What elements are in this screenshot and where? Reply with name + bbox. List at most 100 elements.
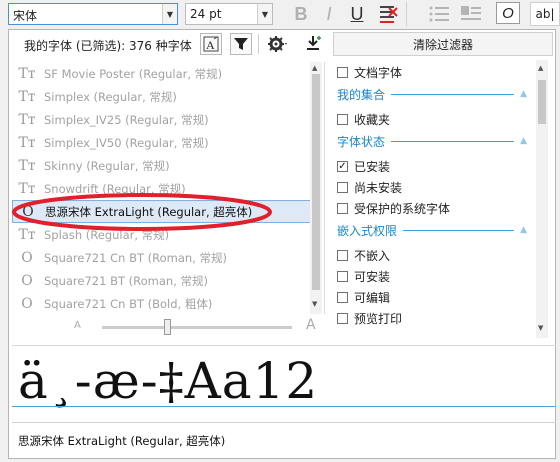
- collapse-arrow-icon[interactable]: ▲: [520, 225, 527, 235]
- underline-button[interactable]: U: [346, 2, 368, 26]
- font-name-label: Square721 BT (Roman, 常规): [44, 273, 208, 288]
- filter-checkbox-row[interactable]: 可编辑: [337, 287, 390, 307]
- filter-checkbox-label: 可编辑: [354, 290, 391, 305]
- filter-checkbox-row[interactable]: 受保护的系统字体: [337, 198, 450, 218]
- scroll-up-arrow-icon[interactable]: ▲: [312, 64, 317, 72]
- checkbox[interactable]: [337, 181, 348, 193]
- checkbox[interactable]: [337, 270, 348, 282]
- filter-checkbox-label: 收藏夹: [354, 112, 391, 127]
- font-list-item[interactable]: Tт Simplex (Regular, 常规): [12, 85, 312, 108]
- font-list-item[interactable]: O Square721 Cn BT (Roman, 常规): [12, 246, 312, 269]
- collapse-arrow-icon[interactable]: ▲: [520, 136, 527, 146]
- font-name-label: Simplex (Regular, 常规): [44, 89, 177, 104]
- filter-checkbox-label: 已安装: [354, 159, 391, 174]
- filter-section-header[interactable]: 嵌入式权限 ▲: [337, 221, 527, 239]
- font-list-item[interactable]: O Square721 Cn BT (Bold, 粗体): [12, 292, 312, 314]
- font-size-combobox[interactable]: 24 pt ▼: [185, 3, 273, 25]
- caption-divider: [12, 422, 556, 423]
- filter-section-label: 字体状态: [337, 134, 386, 149]
- size-slider-thumb[interactable]: [164, 319, 171, 335]
- filter-checkbox-row[interactable]: 不嵌入: [337, 245, 390, 265]
- font-list-item[interactable]: Tт SF Movie Poster (Regular, 常规): [12, 62, 312, 85]
- chevron-down-icon[interactable]: ▼: [162, 4, 177, 24]
- section-rule: [391, 140, 515, 142]
- truetype-icon: Tт: [18, 111, 36, 128]
- large-sample-icon: A: [306, 317, 316, 333]
- checkbox-checked[interactable]: ✓: [337, 160, 348, 172]
- filter-checkbox-row[interactable]: 可安装: [337, 266, 390, 286]
- preview-divider: [12, 345, 556, 346]
- filter-checkbox-row[interactable]: 预览打印: [337, 308, 402, 328]
- font-name-label: Simplex_IV50 (Regular, 常规): [44, 135, 209, 150]
- chevron-down-icon[interactable]: ▼: [257, 4, 272, 24]
- font-list-item[interactable]: Tт Skinny (Regular, 常规): [12, 154, 312, 177]
- font-preview-sample: ä¸-æ-‡Aa12: [18, 352, 319, 410]
- filter-checkbox-row[interactable]: 文档字体: [337, 62, 402, 82]
- download-icon: [307, 36, 321, 50]
- settings-button[interactable]: [266, 33, 288, 55]
- font-name-label: Simplex_IV25 (Regular, 常规): [44, 112, 209, 127]
- selected-font-caption: 思源宋体 ExtraLight (Regular, 超亮体): [18, 434, 226, 448]
- scrollbar-thumb[interactable]: [538, 80, 546, 124]
- italic-button[interactable]: I: [318, 2, 340, 26]
- collapse-arrow-icon[interactable]: ▲: [520, 89, 527, 99]
- filter-checkbox-row[interactable]: 尚未安装: [337, 177, 402, 197]
- font-size-value[interactable]: 24 pt: [190, 7, 221, 21]
- checkbox[interactable]: [337, 312, 348, 324]
- font-name-label: Skinny (Regular, 常规): [44, 158, 170, 173]
- filter-checkbox-label: 尚未安装: [354, 180, 403, 195]
- font-list-scrollbar[interactable]: ▲ ▼: [310, 62, 322, 314]
- filter-checkbox-label: 预览打印: [354, 311, 403, 326]
- font-name-label: SF Movie Poster (Regular, 常规): [44, 66, 223, 81]
- baseline-rule: [12, 406, 556, 407]
- font-sample-button[interactable]: A: [200, 33, 222, 55]
- filter-funnel-icon: [234, 38, 248, 50]
- filter-checkbox-label: 不嵌入: [354, 248, 391, 263]
- scroll-down-arrow-icon[interactable]: ▼: [312, 300, 317, 308]
- numbered-list-button[interactable]: [458, 2, 484, 26]
- scroll-down-arrow-icon[interactable]: ▼: [538, 324, 543, 332]
- checkbox[interactable]: [337, 66, 348, 78]
- scrollbar-thumb[interactable]: [312, 74, 320, 290]
- opentype-icon: O: [21, 272, 33, 289]
- font-sample-icon: A: [203, 36, 219, 52]
- truetype-icon: Tт: [18, 157, 36, 174]
- font-list-item[interactable]: Tт Simplex_IV25 (Regular, 常规): [12, 108, 312, 131]
- scroll-up-arrow-icon[interactable]: ▲: [538, 64, 543, 72]
- font-name-combobox[interactable]: 宋体 ▼: [8, 3, 178, 25]
- download-fonts-button[interactable]: [302, 33, 324, 55]
- font-list[interactable]: Tт SF Movie Poster (Regular, 常规) Tт Simplex…: [12, 62, 325, 314]
- size-slider-track[interactable]: [102, 326, 292, 329]
- gear-icon: [268, 36, 287, 52]
- font-list-item[interactable]: Tт Simplex_IV50 (Regular, 常规): [12, 131, 312, 154]
- font-name-label: Square721 Cn BT (Bold, 粗体): [44, 296, 213, 311]
- clear-filters-button[interactable]: 清除过滤器: [333, 32, 553, 56]
- bold-button[interactable]: B: [290, 2, 312, 26]
- filter-checkbox-row[interactable]: 收藏夹: [337, 109, 390, 129]
- checkbox[interactable]: [337, 249, 348, 261]
- checkbox[interactable]: [337, 291, 348, 303]
- bullet-list-button[interactable]: [426, 2, 452, 26]
- svg-text:A: A: [206, 38, 215, 52]
- text-tab-ab[interactable]: ab|: [530, 2, 560, 26]
- opentype-icon: O: [21, 295, 33, 312]
- bullet-list-icon: [429, 6, 449, 22]
- filter-section-label: 嵌入式权限: [337, 223, 398, 238]
- font-list-item[interactable]: O Square721 BT (Roman, 常规): [12, 269, 312, 292]
- italic-style-button[interactable]: O: [496, 2, 520, 24]
- dropcap-icon: [461, 6, 481, 20]
- section-rule: [403, 229, 515, 231]
- filter-section-header[interactable]: 字体状态 ▲: [337, 132, 527, 150]
- font-name-value[interactable]: 宋体: [13, 7, 37, 24]
- text-strikeout-button[interactable]: [374, 2, 402, 26]
- filter-section-header[interactable]: 我的集合 ▲: [337, 85, 527, 103]
- filter-scrollbar[interactable]: ▲ ▼: [536, 60, 548, 338]
- filter-section-label: 我的集合: [337, 87, 386, 102]
- small-sample-icon: A: [74, 320, 81, 331]
- toolbar-divider: [406, 2, 413, 26]
- checkbox[interactable]: [337, 202, 348, 214]
- truetype-icon: Tт: [18, 88, 36, 105]
- filter-button[interactable]: [230, 33, 252, 55]
- filter-checkbox-row[interactable]: ✓ 已安装: [337, 156, 390, 176]
- checkbox[interactable]: [337, 113, 348, 125]
